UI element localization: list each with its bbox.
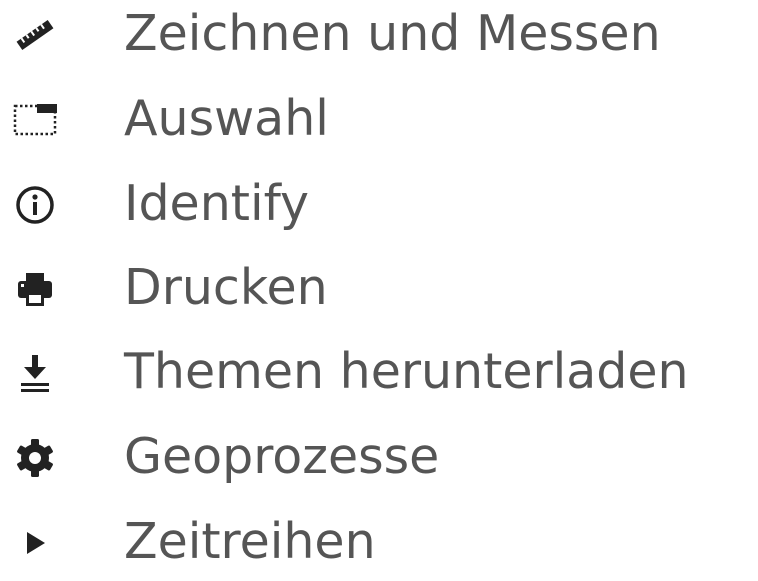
menu-item-label: Zeichnen und Messen (124, 5, 661, 63)
ruler-icon (8, 8, 62, 62)
print-icon (8, 262, 62, 316)
download-icon (8, 346, 62, 400)
menu-item-zeichnen-und-messen[interactable]: Zeichnen und Messen (0, 0, 758, 73)
menu-item-label: Zeitreihen (124, 513, 376, 571)
selection-icon (8, 93, 62, 147)
gear-icon (8, 431, 62, 485)
menu-item-identify[interactable]: Identify (0, 167, 758, 243)
info-icon (8, 178, 62, 232)
menu-item-auswahl[interactable]: Auswahl (0, 82, 758, 158)
play-icon (8, 516, 62, 570)
menu-item-themen-herunterladen[interactable]: Themen herunterladen (0, 335, 758, 411)
menu-item-geoprozesse[interactable]: Geoprozesse (0, 420, 758, 496)
menu-item-label: Identify (124, 175, 309, 233)
tools-menu: Zeichnen und Messen Auswahl Identify Dru… (0, 0, 758, 570)
menu-item-label: Themen herunterladen (124, 343, 689, 401)
menu-item-label: Auswahl (124, 90, 329, 148)
menu-item-drucken[interactable]: Drucken (0, 251, 758, 327)
menu-item-label: Geoprozesse (124, 428, 440, 486)
menu-item-label: Drucken (124, 259, 328, 317)
